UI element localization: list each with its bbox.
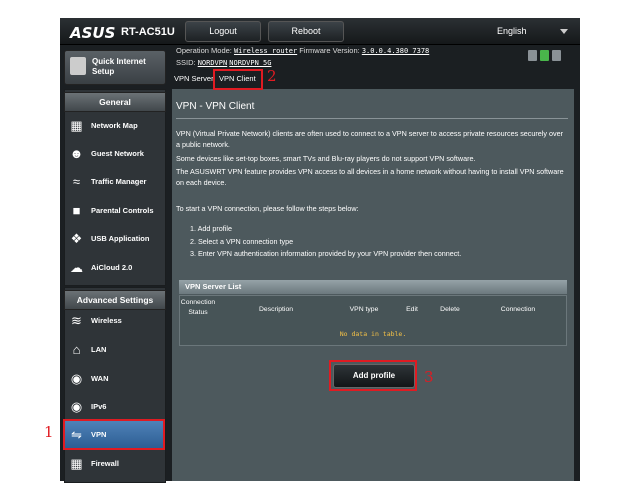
operation-mode-label: Operation Mode: — [176, 46, 232, 55]
steps-intro: To start a VPN connection, please follow… — [176, 204, 359, 213]
firewall-icon: ▦ — [70, 456, 83, 471]
ssid-2: NORDVPN_5G — [229, 59, 272, 67]
firmware-link[interactable]: 3.0.0.4.380_7378 — [362, 47, 429, 55]
step-2: 2. Select a VPN connection type — [190, 237, 294, 246]
lan-icon: ⌂ — [72, 342, 81, 357]
usb-application-icon: ❖ — [70, 231, 83, 246]
sidebar-item-label: LAN — [91, 345, 107, 354]
traffic-manager-icon: ≈ — [72, 174, 81, 189]
usb-status-icon[interactable] — [552, 50, 561, 61]
intro-paragraph-3: The ASUSWRT VPN feature provides VPN acc… — [176, 167, 564, 187]
sidebar-item-aicloud[interactable]: ☁ AiCloud 2.0 — [64, 254, 164, 281]
step-1: 1. Add profile — [190, 224, 232, 233]
sidebar-item-network-map[interactable]: ▦ Network Map — [64, 112, 164, 139]
page-title: VPN - VPN Client — [176, 101, 255, 112]
column-vpn-type: VPN type — [349, 306, 379, 313]
annotation-label-1: 1 — [44, 423, 54, 441]
sidebar-item-ipv6[interactable]: ◉ IPv6 — [64, 393, 164, 420]
sidebar-item-label: AiCloud 2.0 — [91, 263, 133, 272]
sidebar-item-label: IPv6 — [91, 402, 107, 411]
aicloud-icon: ☁ — [70, 260, 83, 275]
sidebar-item-label: WAN — [91, 374, 109, 383]
sidebar-item-label: Guest Network — [91, 149, 144, 158]
column-description: Description — [259, 306, 293, 313]
intro-paragraph-2: Some devices like set-top boxes, smart T… — [176, 154, 476, 163]
sidebar-item-label: Traffic Manager — [91, 177, 147, 186]
sidebar-item-guest-network[interactable]: ☻ Guest Network — [64, 140, 164, 167]
guest-network-icon: ☻ — [69, 146, 84, 161]
model-name: RT-AC51U — [121, 26, 175, 38]
wand-icon — [70, 57, 86, 75]
sidebar-item-lan[interactable]: ⌂ LAN — [64, 336, 164, 363]
empty-table-message: No data in table. — [339, 330, 407, 338]
logout-button[interactable]: Logout — [185, 21, 261, 42]
operation-mode-link[interactable]: Wireless router — [234, 47, 297, 55]
sidebar-item-label: Parental Controls — [91, 206, 154, 215]
quick-setup-label: Quick Internet Setup — [92, 57, 146, 76]
sidebar-item-wan[interactable]: ◉ WAN — [64, 365, 164, 392]
app-status-icon[interactable] — [540, 50, 549, 61]
title-divider — [176, 118, 568, 119]
tab-vpn-server[interactable]: VPN Server — [174, 74, 214, 83]
firmware-label: Firmware Version: — [299, 46, 360, 55]
reboot-button[interactable]: Reboot — [268, 21, 344, 42]
sidebar-item-label: USB Application — [91, 234, 150, 243]
annotation-label-2: 2 — [267, 67, 277, 85]
vpn-server-list-header: VPN Server List — [179, 280, 567, 294]
highlight-box-add-profile — [329, 360, 417, 391]
client-status-icon[interactable] — [528, 50, 537, 61]
sidebar-item-firewall[interactable]: ▦ Firewall — [64, 450, 164, 477]
wireless-icon: ≋ — [71, 313, 82, 328]
sidebar-item-label: Wireless — [91, 316, 122, 325]
ssid-1: NORDVPN — [197, 59, 228, 67]
vpn-server-table — [179, 295, 567, 346]
ssid-label: SSID: — [176, 58, 196, 67]
highlight-box-vpn-client — [213, 69, 263, 90]
step-3: 3. Enter VPN authentication information … — [190, 249, 462, 258]
status-icons — [528, 50, 578, 64]
column-edit: Edit — [406, 306, 418, 313]
sidebar-item-label: Network Map — [91, 121, 138, 130]
asus-logo: ASUS — [70, 24, 116, 42]
ipv6-icon: ◉ — [70, 399, 83, 414]
sidebar-item-usb-application[interactable]: ❖ USB Application — [64, 225, 164, 252]
chevron-down-icon[interactable] — [560, 29, 568, 34]
sidebar-item-parental-controls[interactable]: ■ Parental Controls — [64, 197, 164, 224]
sidebar-item-wireless[interactable]: ≋ Wireless — [64, 307, 164, 334]
language-select[interactable]: English — [497, 26, 527, 36]
parental-controls-icon: ■ — [72, 203, 81, 218]
quick-internet-setup-button[interactable]: Quick Internet Setup — [64, 50, 166, 85]
column-connection: Connection — [500, 306, 536, 313]
wan-icon: ◉ — [70, 371, 83, 386]
sidebar-item-traffic-manager[interactable]: ≈ Traffic Manager — [64, 168, 164, 195]
annotation-label-3: 3 — [424, 368, 434, 386]
sidebar-item-label: Firewall — [91, 459, 119, 468]
highlight-box-vpn — [63, 419, 165, 450]
general-header: General — [64, 92, 166, 112]
intro-paragraph-1: VPN (Virtual Private Network) clients ar… — [176, 129, 563, 149]
network-map-icon: ▦ — [70, 118, 83, 133]
column-connection-status: Connection Status — [180, 299, 216, 316]
status-info: Operation Mode: Wireless router Firmware… — [176, 45, 429, 69]
column-delete: Delete — [440, 306, 460, 313]
